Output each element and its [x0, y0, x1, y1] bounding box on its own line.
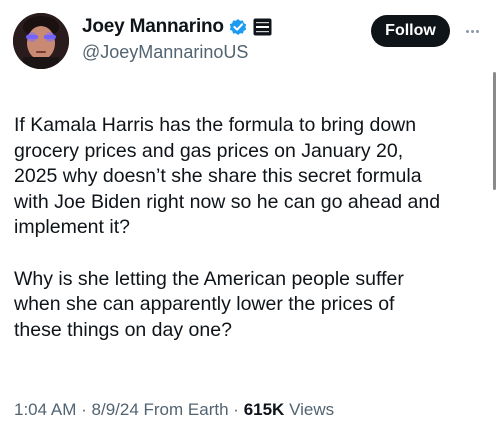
tweet-time[interactable]: 1:04 AM — [14, 400, 76, 419]
tweet-line: when she can apparently lower the prices… — [14, 293, 395, 316]
more-dots-icon[interactable] — [461, 22, 483, 40]
dot — [470, 29, 474, 33]
tweet-line: implement it? — [14, 216, 130, 239]
affiliate-badge-icon — [253, 18, 272, 36]
tweet-line: with Joe Biden right now so he can go ah… — [14, 190, 441, 213]
views-label: Views — [289, 400, 335, 419]
dot — [465, 29, 469, 33]
meta-separator: · — [233, 400, 239, 419]
tweet-date[interactable]: 8/9/24 — [92, 400, 139, 419]
tweet-line: Why is she letting the American people s… — [14, 267, 404, 290]
dot — [475, 29, 479, 33]
tweet-line: these things on day one? — [14, 318, 232, 341]
tweet-line: 2025 why doesn’t she share this secret f… — [14, 165, 422, 188]
avatar[interactable] — [13, 13, 69, 69]
verified-check-icon — [228, 17, 248, 37]
meta-separator: · — [81, 400, 87, 419]
author-name-row: Joey Mannarino — [82, 16, 272, 38]
scrollbar[interactable] — [493, 72, 496, 190]
views-count: 615K — [243, 400, 285, 419]
author-display-name[interactable]: Joey Mannarino — [82, 16, 224, 38]
tweet-source: From Earth — [143, 400, 229, 419]
follow-button[interactable]: Follow — [371, 15, 450, 47]
tweet-card: Joey Mannarino @JoeyMannarinoUS Follow I… — [0, 0, 500, 428]
tweet-line: grocery prices and gas prices on January… — [14, 139, 404, 162]
tweet-line: If Kamala Harris has the formula to brin… — [14, 114, 417, 136]
tweet-text: If Kamala Harris has the formula to brin… — [14, 113, 484, 343]
tweet-meta: 1:04 AM · 8/9/24 From Earth · 615K Views — [14, 400, 334, 420]
author-handle[interactable]: @JoeyMannarinoUS — [82, 42, 248, 63]
